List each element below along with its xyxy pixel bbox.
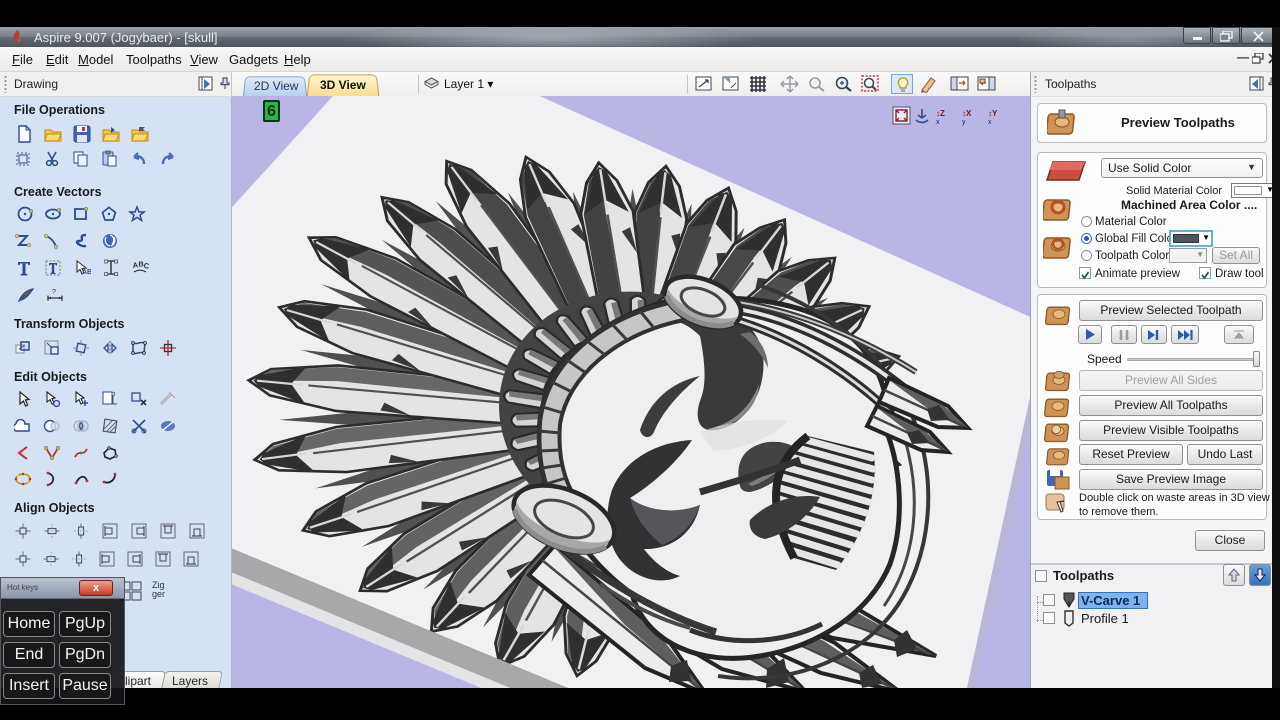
svg-text:↕Y: ↕Y [988, 109, 998, 118]
svg-text:x: x [988, 119, 992, 126]
svg-text:↕Z: ↕Z [936, 109, 945, 118]
svg-text:C: C [143, 261, 149, 271]
svg-text:AB: AB [82, 269, 91, 276]
svg-text:↕X: ↕X [962, 109, 972, 118]
svg-text:y: y [962, 119, 966, 126]
svg-text:x: x [936, 119, 940, 126]
svg-text:?: ? [52, 289, 56, 296]
